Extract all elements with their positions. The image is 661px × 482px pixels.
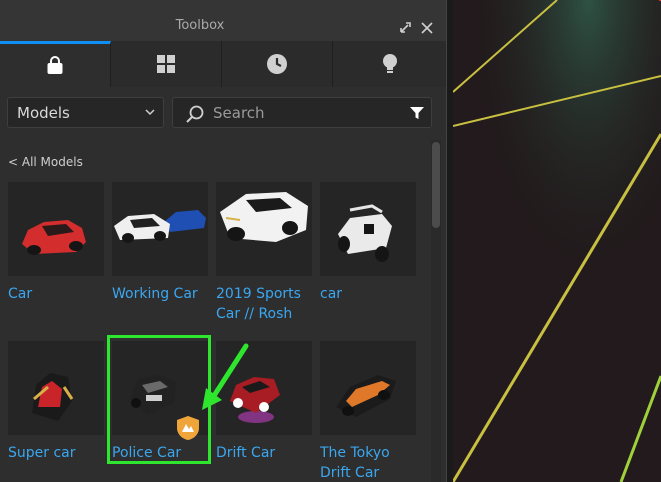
model-label[interactable]: Working Car bbox=[112, 284, 212, 304]
model-label[interactable]: The Tokyo Drift Car bbox=[320, 443, 420, 482]
undock-icon[interactable] bbox=[397, 20, 413, 36]
scrollbar-thumb[interactable] bbox=[432, 142, 440, 228]
black-gold-supercar-image bbox=[32, 373, 74, 421]
model-thumbnail-car[interactable] bbox=[8, 182, 104, 276]
model-label[interactable]: Super car bbox=[8, 443, 108, 463]
model-label[interactable]: 2019 Sports Car // Rosh bbox=[216, 284, 316, 324]
model-thumbnail-working-car[interactable] bbox=[112, 182, 208, 276]
category-dropdown[interactable]: Models bbox=[7, 97, 164, 128]
orange-black-car-image bbox=[336, 375, 396, 417]
panel-divider[interactable] bbox=[446, 0, 453, 482]
red-car-image bbox=[22, 220, 86, 255]
model-thumbnail-car-lowercase[interactable] bbox=[320, 182, 416, 276]
model-label[interactable]: Drift Car bbox=[216, 443, 316, 463]
lightbulb-icon bbox=[382, 54, 397, 73]
toolbox-title: Toolbox bbox=[175, 18, 225, 33]
tab-marketplace[interactable] bbox=[0, 41, 111, 87]
clock-icon bbox=[267, 54, 287, 74]
search-icon bbox=[186, 105, 204, 123]
chevron-down-icon bbox=[145, 109, 155, 116]
model-label[interactable]: Police Car bbox=[112, 443, 212, 463]
tab-inventory[interactable] bbox=[111, 41, 222, 87]
3d-viewport[interactable] bbox=[453, 0, 661, 482]
model-label[interactable]: Car bbox=[8, 284, 108, 304]
white-blue-cars-image bbox=[114, 210, 206, 243]
white-buggy-image bbox=[338, 204, 392, 262]
toolbox-panel: Toolbox Models Search < All Models Car W… bbox=[0, 0, 446, 482]
toolbox-tabs bbox=[0, 41, 446, 87]
model-thumbnail-2019-sports-car[interactable] bbox=[216, 182, 312, 276]
arrow-annotation-icon bbox=[202, 343, 249, 410]
model-thumbnail-tokyo-drift-car[interactable] bbox=[320, 341, 416, 435]
back-to-all-models-link[interactable]: < All Models bbox=[8, 155, 83, 169]
model-thumbnail-super-car[interactable] bbox=[8, 341, 104, 435]
search-box[interactable] bbox=[172, 97, 432, 128]
tab-recent[interactable] bbox=[222, 41, 333, 87]
tab-creations[interactable] bbox=[333, 41, 446, 87]
close-icon[interactable] bbox=[419, 20, 435, 36]
white-sports-car-image bbox=[220, 192, 308, 242]
grid-icon bbox=[157, 55, 175, 73]
vertical-scrollbar[interactable] bbox=[431, 140, 441, 482]
search-input[interactable] bbox=[213, 103, 393, 123]
viewport-scene bbox=[453, 0, 661, 482]
model-label[interactable]: car bbox=[320, 284, 420, 304]
category-dropdown-value: Models bbox=[17, 104, 70, 122]
filter-icon[interactable] bbox=[409, 106, 425, 120]
shopping-bag-icon bbox=[47, 55, 63, 74]
toolbox-titlebar: Toolbox bbox=[0, 0, 446, 41]
